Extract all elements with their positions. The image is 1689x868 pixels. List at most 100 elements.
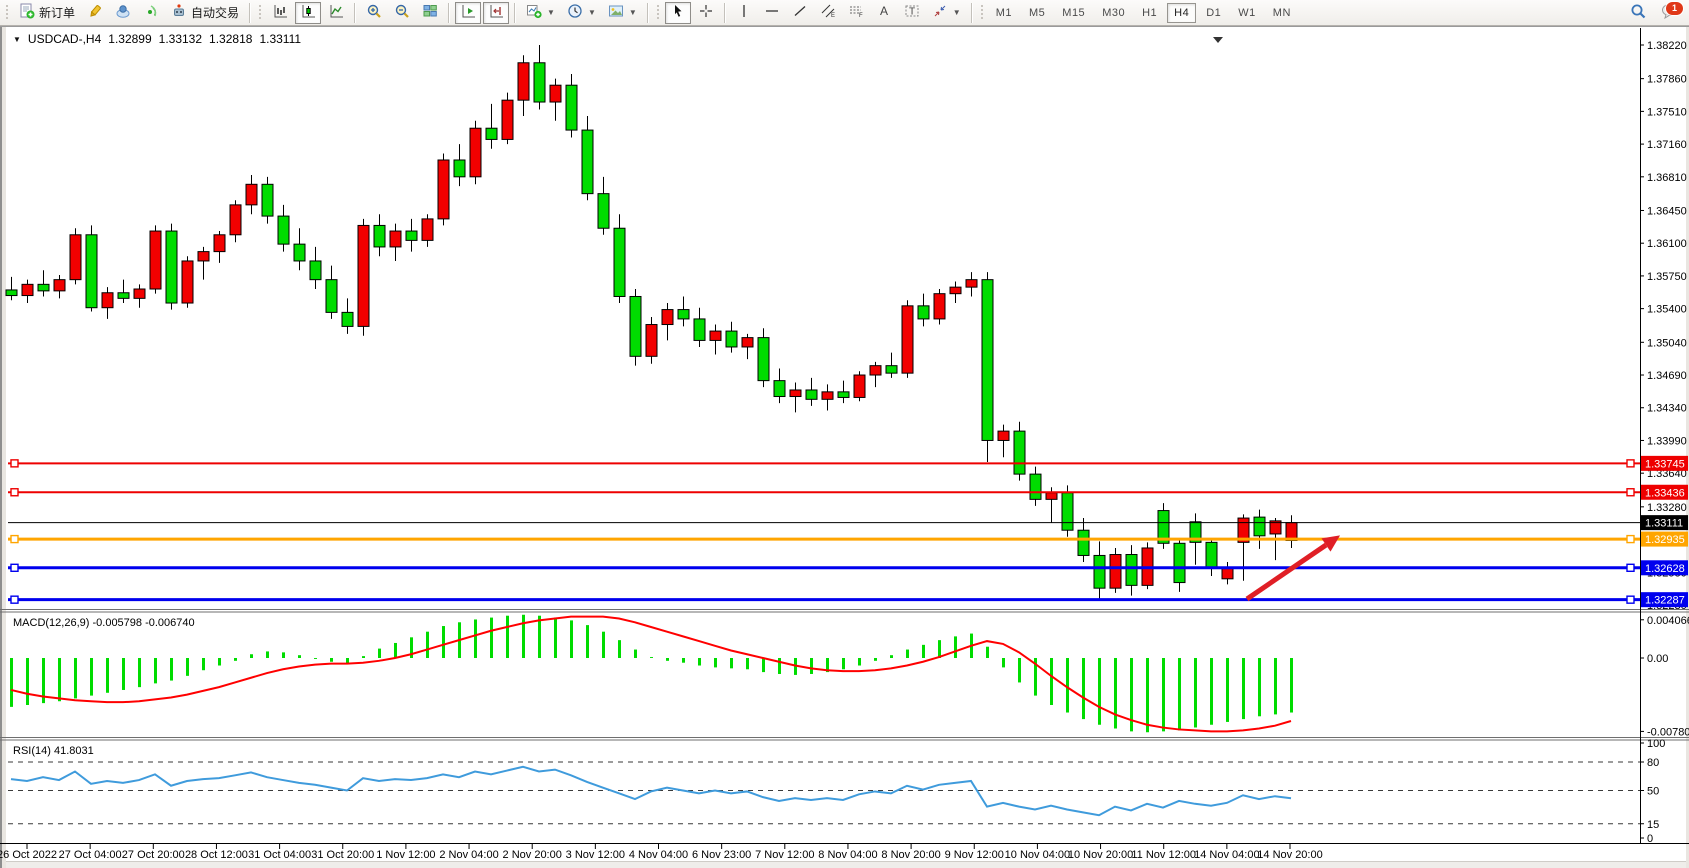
template-icon — [608, 3, 624, 22]
chart-symbol-title: ▼ USDCAD-,H4 1.32899 1.33132 1.32818 1.3… — [13, 32, 301, 46]
crosshair-button[interactable] — [693, 2, 719, 24]
fibonacci-icon: F — [848, 3, 864, 22]
tab-timeframe-M15[interactable]: M15 — [1055, 3, 1092, 23]
line-chart-button[interactable] — [323, 2, 349, 24]
time-axis-label: 10 Nov 20:00 — [1068, 849, 1133, 861]
candlestick-button[interactable] — [295, 2, 321, 24]
candle-body — [1174, 543, 1185, 582]
toolbar-grip[interactable] — [5, 5, 10, 21]
candle-body — [230, 205, 241, 235]
line-handle[interactable] — [11, 536, 18, 543]
time-axis-label: 4 Nov 04:00 — [629, 849, 688, 861]
chart-window[interactable]: 1.382201.378601.375101.371601.368101.364… — [0, 26, 1689, 868]
candle-body — [390, 231, 401, 247]
macd-name: MACD(12,26,9) — [13, 617, 89, 629]
line-handle[interactable] — [11, 564, 18, 571]
candle-body — [998, 431, 1009, 440]
candle-body — [1030, 474, 1041, 499]
templates-button[interactable]: ▼ — [603, 2, 642, 24]
line-handle[interactable] — [11, 596, 18, 603]
toolbar-grip[interactable] — [980, 5, 985, 21]
channel-button[interactable]: E — [815, 2, 841, 24]
timeframe-group: M1M5M15M30H1H4D1W1MN — [989, 3, 1298, 23]
fibonacci-button[interactable]: F — [843, 2, 869, 24]
time-axis-label: 10 Nov 04:00 — [1005, 849, 1070, 861]
candle-body — [342, 312, 353, 326]
tab-timeframe-D1[interactable]: D1 — [1199, 3, 1228, 23]
line-handle[interactable] — [1627, 460, 1634, 467]
time-axis-label: 14 Nov 20:00 — [1257, 849, 1322, 861]
zoom-in-button[interactable] — [361, 2, 387, 24]
line-handle[interactable] — [11, 489, 18, 496]
candle-body — [198, 252, 209, 261]
chart-shift-button[interactable] — [483, 2, 509, 24]
crayon-icon — [87, 3, 103, 22]
time-axis-label: 2 Nov 20:00 — [503, 849, 562, 861]
macd-main-value: -0.005798 — [92, 617, 142, 629]
signals-button[interactable] — [138, 2, 164, 24]
notifications-button[interactable]: 1 — [1658, 2, 1682, 24]
tab-timeframe-M30[interactable]: M30 — [1095, 3, 1132, 23]
horizontal-line-button[interactable] — [759, 2, 785, 24]
candle-body — [678, 310, 689, 319]
tab-timeframe-M5[interactable]: M5 — [1022, 3, 1052, 23]
toolbar-grip[interactable] — [656, 5, 661, 21]
time-axis-label: 7 Nov 12:00 — [755, 849, 814, 861]
toolbar-grip[interactable] — [258, 5, 263, 21]
arrows-button[interactable]: ▼ — [927, 2, 966, 24]
tab-timeframe-M1[interactable]: M1 — [989, 3, 1019, 23]
tab-timeframe-W1[interactable]: W1 — [1231, 3, 1263, 23]
line-handle[interactable] — [11, 460, 18, 467]
candle-body — [1062, 493, 1073, 530]
candle-body — [886, 366, 897, 373]
price-tag-label: 1.33436 — [1645, 487, 1685, 499]
market-button[interactable] — [110, 2, 136, 24]
collapse-triangle-icon[interactable]: ▼ — [13, 35, 21, 44]
price-axis-label: 1.36450 — [1647, 205, 1687, 217]
tab-timeframe-H4[interactable]: H4 — [1167, 3, 1196, 23]
trendline-button[interactable] — [787, 2, 813, 24]
line-handle[interactable] — [1627, 596, 1634, 603]
tab-timeframe-MN[interactable]: MN — [1266, 3, 1298, 23]
vertical-line-button[interactable] — [731, 2, 757, 24]
time-axis-label: 9 Nov 12:00 — [945, 849, 1004, 861]
channel-icon: E — [820, 3, 836, 22]
text-button[interactable]: A — [871, 2, 897, 24]
price-tag-label: 1.33745 — [1645, 458, 1685, 470]
label-button[interactable]: T — [899, 2, 925, 24]
zoom-out-button[interactable] — [389, 2, 415, 24]
candle-body — [310, 261, 321, 280]
line-handle[interactable] — [1627, 489, 1634, 496]
price-axis-label: 1.37510 — [1647, 106, 1687, 118]
macd-indicator-label: MACD(12,26,9) -0.005798 -0.006740 — [13, 617, 195, 629]
candle-body — [502, 100, 513, 139]
auto-scroll-button[interactable] — [455, 2, 481, 24]
toolbar-separator — [514, 3, 516, 23]
auto-trading-button[interactable]: 自动交易 — [166, 2, 244, 24]
search-button[interactable] — [1625, 2, 1652, 24]
quick-draw-button[interactable] — [82, 2, 108, 24]
candle-body — [422, 219, 433, 241]
line-handle[interactable] — [1627, 564, 1634, 571]
candle-body — [1046, 493, 1057, 500]
auto-scroll-icon — [460, 3, 476, 22]
candle-body — [630, 296, 641, 356]
new-order-button[interactable]: 新订单 — [14, 2, 80, 24]
tile-windows-button[interactable] — [417, 2, 443, 24]
periods-button[interactable]: ▼ — [562, 2, 601, 24]
candle-body — [1126, 555, 1137, 586]
window-left-border — [0, 26, 2, 868]
cursor-button[interactable] — [665, 2, 691, 24]
indicators-button[interactable]: ▼ — [521, 2, 560, 24]
candle-body — [1078, 530, 1089, 555]
line-handle[interactable] — [1627, 536, 1634, 543]
rsi-axis-label: 0 — [1647, 833, 1653, 845]
signals-icon — [143, 3, 159, 22]
candle-body — [1094, 555, 1105, 588]
tab-timeframe-H1[interactable]: H1 — [1135, 3, 1164, 23]
candle-body — [38, 284, 49, 291]
svg-text:F: F — [859, 13, 863, 19]
bar-chart-button[interactable] — [267, 2, 293, 24]
window-left-border — [2, 26, 6, 868]
chart-canvas[interactable]: 1.382201.378601.375101.371601.368101.364… — [0, 26, 1689, 868]
